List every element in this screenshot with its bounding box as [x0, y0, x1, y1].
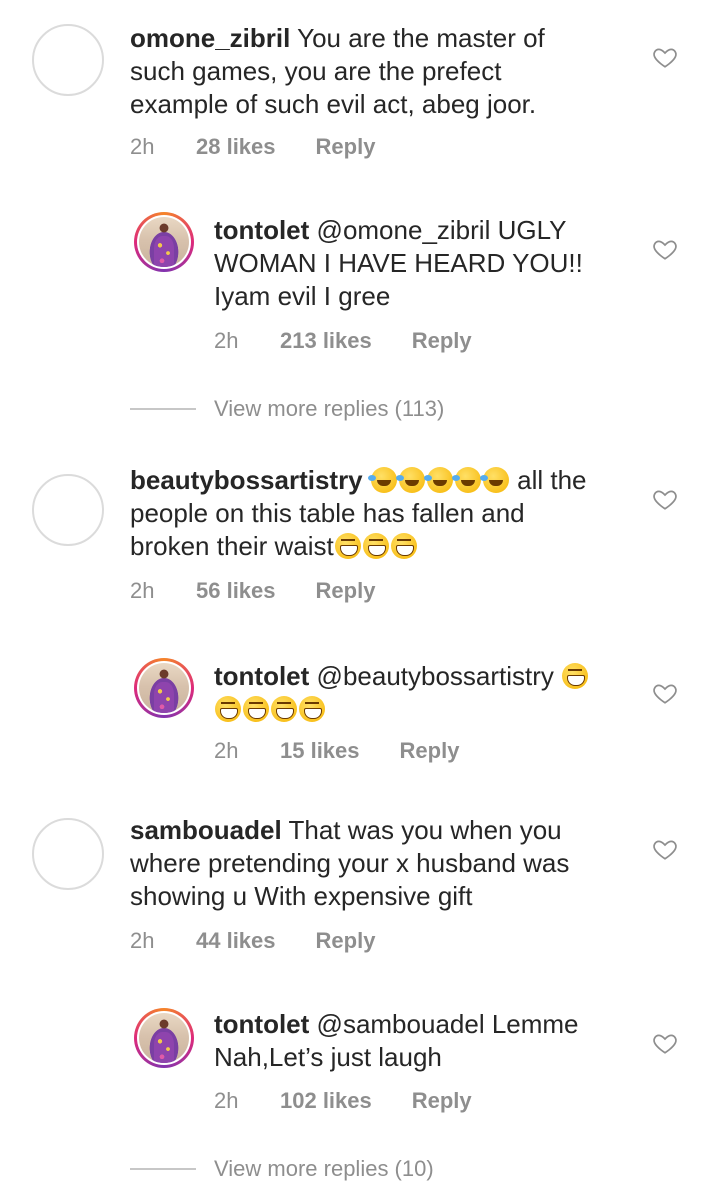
view-more-replies[interactable]: View more replies (10)	[130, 1156, 434, 1182]
avatar[interactable]	[32, 818, 104, 890]
reply-button[interactable]: Reply	[412, 328, 472, 354]
grinning-squinting-emoji	[390, 533, 417, 559]
comment-meta: 2h 28 likes Reply	[130, 134, 375, 160]
heart-outline-icon[interactable]	[652, 836, 678, 862]
avatar[interactable]	[32, 24, 104, 96]
rolling-laughing-emoji	[423, 467, 453, 493]
reply-button[interactable]: Reply	[316, 578, 376, 604]
grinning-squinting-emoji	[562, 663, 589, 689]
heart-outline-icon[interactable]	[652, 236, 678, 262]
view-more-replies[interactable]: View more replies (113)	[130, 396, 444, 422]
divider	[130, 408, 196, 410]
comment-text: tontolet @sambouadel Lemme Nah,Let’s jus…	[214, 1008, 614, 1074]
comment-time: 2h	[130, 134, 155, 159]
comment-time: 2h	[214, 738, 239, 763]
comment-meta: 2h 56 likes Reply	[130, 578, 375, 604]
comment-text: beautybossartistry all the people on thi…	[130, 464, 600, 563]
comment-username[interactable]: sambouadel	[130, 815, 282, 845]
rolling-laughing-emoji	[451, 467, 481, 493]
comment-time: 2h	[130, 578, 155, 603]
heart-outline-icon[interactable]	[652, 486, 678, 512]
grinning-squinting-emoji	[334, 533, 361, 559]
grinning-squinting-emoji	[243, 696, 269, 722]
view-more-label[interactable]: View more replies (113)	[214, 396, 444, 422]
grinning-squinting-emoji	[362, 533, 389, 559]
comment-likes[interactable]: 213 likes	[280, 328, 372, 354]
reply-button[interactable]: Reply	[412, 1088, 472, 1114]
comment-username[interactable]: tontolet	[214, 215, 309, 245]
comment-body: @beautybossartistry	[316, 661, 554, 691]
rolling-laughing-emoji	[395, 467, 425, 493]
comment-meta: 2h 213 likes Reply	[214, 328, 472, 354]
rolling-laughing-emoji	[367, 467, 397, 493]
grinning-squinting-emoji	[215, 696, 241, 722]
comment-time: 2h	[214, 1088, 239, 1113]
reply-button[interactable]: Reply	[400, 738, 460, 764]
comment-likes[interactable]: 56 likes	[196, 578, 276, 604]
comment-text: tontolet @beautybossartistry	[214, 660, 634, 726]
avatar[interactable]	[134, 212, 194, 272]
comment-likes[interactable]: 102 likes	[280, 1088, 372, 1114]
view-more-label[interactable]: View more replies (10)	[214, 1156, 434, 1182]
comment-likes[interactable]: 28 likes	[196, 134, 276, 160]
grinning-squinting-emoji	[299, 696, 325, 722]
avatar[interactable]	[32, 474, 104, 546]
comment-text: sambouadel That was you when you where p…	[130, 814, 600, 913]
reply-button[interactable]: Reply	[316, 134, 376, 160]
comment-meta: 2h 15 likes Reply	[214, 738, 459, 764]
comment-time: 2h	[214, 328, 239, 353]
comment-meta: 2h 44 likes Reply	[130, 928, 375, 954]
comment-meta: 2h 102 likes Reply	[214, 1088, 472, 1114]
reply-button[interactable]: Reply	[316, 928, 376, 954]
rolling-laughing-emoji	[479, 467, 509, 493]
grinning-squinting-emoji	[271, 696, 297, 722]
divider	[130, 1168, 196, 1170]
comment-username[interactable]: omone_zibril	[130, 23, 290, 53]
heart-outline-icon[interactable]	[652, 44, 678, 70]
comment-likes[interactable]: 15 likes	[280, 738, 360, 764]
heart-outline-icon[interactable]	[652, 1030, 678, 1056]
heart-outline-icon[interactable]	[652, 680, 678, 706]
comment-likes[interactable]: 44 likes	[196, 928, 276, 954]
comment-username[interactable]: tontolet	[214, 1009, 309, 1039]
comment-username[interactable]: tontolet	[214, 661, 309, 691]
comment-text: omone_zibril You are the master of such …	[130, 22, 600, 121]
comment-username[interactable]: beautybossartistry	[130, 465, 363, 495]
comment-time: 2h	[130, 928, 155, 953]
avatar[interactable]	[134, 658, 194, 718]
comment-text: tontolet @omone_zibril UGLY WOMAN I HAVE…	[214, 214, 614, 313]
avatar[interactable]	[134, 1008, 194, 1068]
